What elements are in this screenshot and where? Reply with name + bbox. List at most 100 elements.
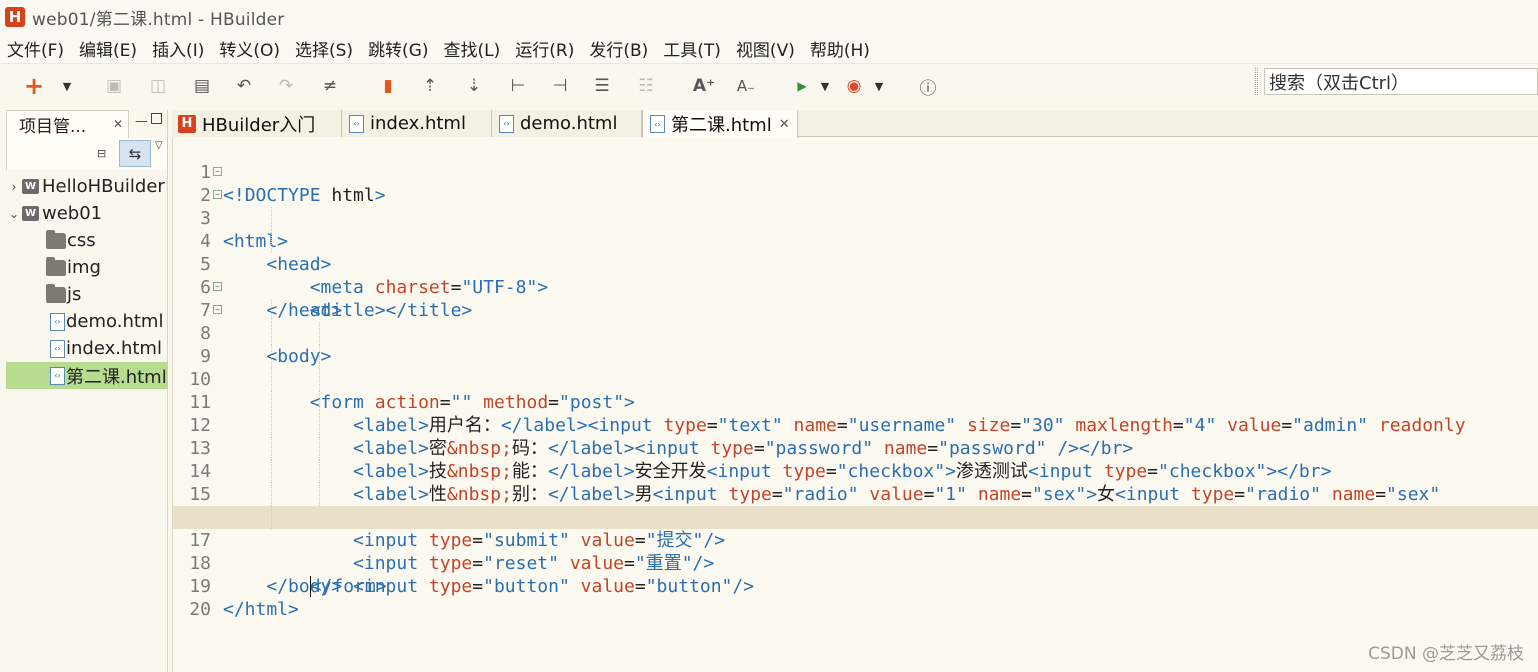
menu-select[interactable]: 选择(S)	[292, 34, 356, 63]
info-icon[interactable]: ⓘ	[916, 74, 940, 99]
chevron-right-icon[interactable]: ›	[6, 180, 22, 194]
html-file-icon: ‹›	[50, 366, 65, 385]
print-icon[interactable]: ▤	[190, 74, 214, 98]
code-line[interactable]: 10 <label>密&nbsp;码：</label><input type="…	[173, 345, 1538, 459]
tab-lesson2-html[interactable]: ‹› 第二课.html ✕	[642, 110, 798, 138]
view-menu-icon[interactable]: ▽	[155, 140, 163, 151]
folder-icon	[46, 229, 66, 249]
close-icon[interactable]: ✕	[779, 117, 790, 132]
uncomment-icon[interactable]: ☷	[634, 74, 658, 98]
code-line-current[interactable]: 17 </form>	[173, 506, 1538, 597]
redo-icon[interactable]: ↷	[274, 74, 298, 98]
save-icon[interactable]: ▣	[102, 74, 126, 98]
menu-insert[interactable]: 插入(I)	[149, 34, 207, 63]
save-all-icon[interactable]: ◫	[146, 74, 170, 98]
search-input[interactable]	[1264, 68, 1538, 95]
code-line[interactable]: 3 − <head>	[173, 184, 1538, 275]
comment-icon[interactable]: ☰	[590, 74, 614, 98]
tree-item-lesson2-html[interactable]: ‹› 第二课.html	[6, 362, 168, 389]
indent-guide	[271, 391, 272, 414]
fold-toggle-icon[interactable]: −	[213, 167, 222, 176]
indent-guide	[271, 322, 272, 345]
menu-publish[interactable]: 发行(B)	[586, 34, 651, 63]
code-editor[interactable]: 1 <!DOCTYPE html> 2 − <html> 3 − <head> …	[172, 138, 1538, 672]
menu-help[interactable]: 帮助(H)	[807, 34, 873, 63]
code-line[interactable]: 15 <input type="reset" value="重置"/>	[173, 460, 1538, 574]
tree-item-label: index.html	[66, 338, 162, 359]
code-line[interactable]: 18 </body>	[173, 529, 1538, 597]
tree-item-demo-html[interactable]: ‹› demo.html	[6, 308, 168, 335]
menu-goto[interactable]: 跳转(G)	[365, 34, 431, 63]
code-line[interactable]: 14 <input type="submit" value="提交"/>	[173, 437, 1538, 551]
code-line[interactable]: 20	[173, 575, 1538, 620]
code-line[interactable]: 2 − <html>	[173, 161, 1538, 252]
tree-item-js[interactable]: js	[6, 281, 168, 308]
code-line[interactable]: 13 <input type="hidden" value="1"/>	[173, 414, 1538, 528]
code-line[interactable]: 4 <meta charset="UTF-8">	[173, 207, 1538, 298]
font-decrease-icon[interactable]: A₋	[734, 74, 758, 98]
fold-toggle-icon[interactable]: −	[213, 305, 222, 314]
indent-guide	[271, 230, 272, 253]
minimize-icon[interactable]: —	[135, 114, 148, 129]
hbuilder-logo-icon: H	[5, 7, 25, 27]
new-icon[interactable]: +	[22, 72, 46, 100]
code-line[interactable]: 9 <label>用户名：</label><input type="text" …	[173, 322, 1538, 436]
code-line[interactable]: 8 − <form action="" method="post">	[173, 299, 1538, 413]
code-line[interactable]: 1 <!DOCTYPE html>	[173, 138, 1538, 206]
menu-tools[interactable]: 工具(T)	[660, 34, 724, 63]
fold-toggle-icon[interactable]: −	[213, 190, 222, 199]
project-tree: › W HelloHBuilder ⌄ W web01 css img js ‹…	[6, 170, 168, 389]
tab-hbuilder-intro[interactable]: H HBuilder入门	[172, 110, 342, 137]
menu-find[interactable]: 查找(L)	[441, 34, 504, 63]
tree-item-index-html[interactable]: ‹› index.html	[6, 335, 168, 362]
maximize-icon[interactable]	[151, 113, 162, 124]
code-line[interactable]: 5 <title></title>	[173, 230, 1538, 321]
editor-area: H HBuilder入门 ‹› index.html ‹› demo.html …	[172, 110, 1538, 672]
indent-guide	[271, 460, 272, 483]
close-icon[interactable]: ✕	[113, 117, 123, 131]
code-line[interactable]: 12 <label>性&nbsp;别：</label>男<input type=…	[173, 391, 1538, 505]
format-icon[interactable]: ≠	[318, 74, 342, 98]
undo-icon[interactable]: ↶	[232, 74, 256, 98]
fold-toggle-icon[interactable]: −	[213, 282, 222, 291]
browser-dropdown-icon[interactable]: ▼	[872, 74, 886, 98]
menu-edit[interactable]: 编辑(E)	[76, 34, 140, 63]
chevron-down-icon[interactable]: ⌄	[6, 207, 22, 221]
font-increase-icon[interactable]: A⁺	[692, 74, 716, 98]
menu-file[interactable]: 文件(F)	[4, 34, 67, 63]
tab-label: index.html	[370, 113, 466, 134]
run-icon[interactable]: ▶	[790, 74, 814, 98]
indent-guide	[271, 483, 272, 506]
link-with-editor-icon[interactable]: ⇆	[119, 140, 151, 167]
menu-escape[interactable]: 转义(O)	[216, 34, 283, 63]
indent-guide	[271, 368, 272, 391]
collapse-all-icon[interactable]: ⊟	[97, 147, 106, 160]
jump-end-icon[interactable]: ⊣	[548, 74, 572, 98]
tree-item-web01[interactable]: ⌄ W web01	[6, 200, 168, 227]
jump-start-icon[interactable]: ⊢	[506, 74, 530, 98]
tree-item-hellohbuilder[interactable]: › W HelloHBuilder	[6, 173, 168, 200]
import-icon[interactable]: ⇣	[462, 74, 486, 98]
menu-view[interactable]: 视图(V)	[733, 34, 798, 63]
tree-item-css[interactable]: css	[6, 227, 168, 254]
code-line[interactable]: 6 </head>	[173, 253, 1538, 321]
run-dropdown-icon[interactable]: ▼	[818, 74, 832, 98]
indent-guide	[271, 414, 272, 437]
code-line[interactable]: 16 <input type="button" value="button"/>	[173, 483, 1538, 597]
export-icon[interactable]: ⇡	[418, 74, 442, 98]
tab-demo-html[interactable]: ‹› demo.html	[492, 110, 642, 137]
menu-run[interactable]: 运行(R)	[512, 34, 577, 63]
new-dropdown-icon[interactable]: ▼	[60, 74, 74, 98]
html-file-icon: ‹›	[650, 115, 665, 133]
tree-item-label: css	[67, 230, 96, 251]
tree-item-img[interactable]: img	[6, 254, 168, 281]
tab-index-html[interactable]: ‹› index.html	[342, 110, 492, 137]
bookmark-icon[interactable]: ▮	[376, 74, 400, 98]
chrome-icon[interactable]: ◉	[842, 74, 866, 98]
code-line[interactable]: 11 <label>技&nbsp;能：</label>安全开发<input ty…	[173, 368, 1538, 482]
code-line[interactable]: 7 − <body>	[173, 276, 1538, 367]
hbuilder-icon: H	[178, 114, 196, 133]
tree-item-label: img	[67, 257, 101, 278]
project-manager-tab[interactable]: 项目管... ✕	[6, 110, 129, 138]
code-line[interactable]: 19 </html>	[173, 552, 1538, 620]
